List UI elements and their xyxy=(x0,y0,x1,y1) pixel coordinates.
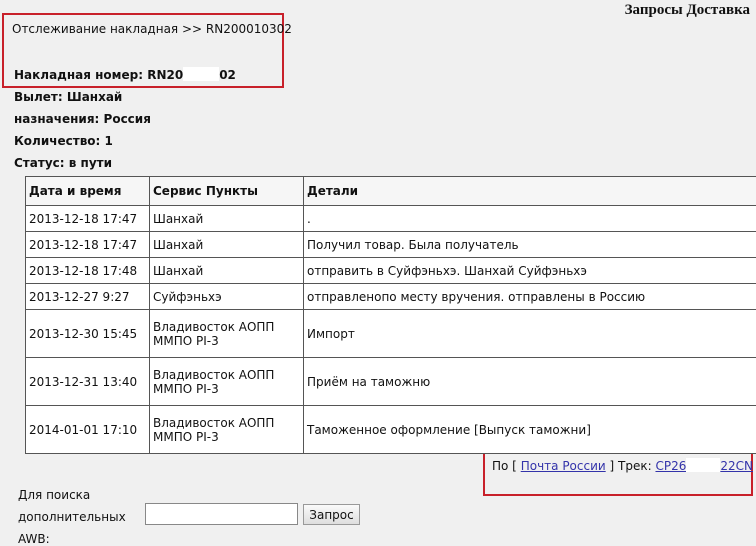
cell-details: Приём на таможню xyxy=(303,357,756,406)
cell-datetime: 2013-12-18 17:47 xyxy=(25,231,150,258)
column-header-details: Детали xyxy=(303,176,756,206)
search-submit-button[interactable]: Запрос xyxy=(303,504,360,525)
carrier-middle: ] Трек: xyxy=(609,459,652,473)
destination-label: назначения: xyxy=(14,112,100,126)
cell-service-point: Суйфэньхэ xyxy=(149,283,304,310)
table-row: 2013-12-27 9:27 Суйфэньхэ отправленопо м… xyxy=(25,283,756,310)
cell-service-point: Шанхай xyxy=(149,205,304,232)
status-row: Статус: в пути xyxy=(14,156,112,170)
departure-label: Вылет: xyxy=(14,90,63,104)
table-row: 2014-01-01 17:10 Владивосток АОПП ММПО P… xyxy=(25,405,756,454)
cell-details: Получил товар. Была получатель xyxy=(303,231,756,258)
waybill-number: Накладная номер: RN20 02 xyxy=(14,67,236,82)
redaction-mask xyxy=(183,67,220,81)
track-prefix: CP26 xyxy=(655,459,687,473)
destination-value: Россия xyxy=(103,112,151,126)
cell-service-point: Шанхай xyxy=(149,231,304,258)
departure-row: Вылет: Шанхай xyxy=(14,90,122,104)
waybill-suffix: 02 xyxy=(219,68,236,82)
cell-details: отправить в Суйфэньхэ. Шанхай Суйфэньхэ xyxy=(303,257,756,284)
destination-row: назначения: Россия xyxy=(14,112,151,126)
table-row: 2013-12-18 17:47 Шанхай Получил товар. Б… xyxy=(25,231,756,258)
cell-datetime: 2013-12-31 13:40 xyxy=(25,357,150,406)
waybill-prefix: RN20 xyxy=(147,68,184,82)
page-title: Запросы Доставка xyxy=(624,2,750,18)
cell-datetime: 2013-12-27 9:27 xyxy=(25,283,150,310)
status-label: Статус: xyxy=(14,156,65,170)
track-suffix: 22CN xyxy=(720,459,753,473)
cell-service-point: Владивосток АОПП ММПО PI-3 xyxy=(149,309,304,358)
quantity-label: Количество: xyxy=(14,134,101,148)
cell-details: Таможенное оформление [Выпуск таможни] xyxy=(303,405,756,454)
cell-details: . xyxy=(303,205,756,232)
quantity-value: 1 xyxy=(104,134,113,148)
table-row: 2013-12-31 13:40 Владивосток АОПП ММПО P… xyxy=(25,357,756,406)
table-row: 2013-12-18 17:47 Шанхай . xyxy=(25,205,756,232)
cell-datetime: 2013-12-18 17:47 xyxy=(25,205,150,232)
table-row: 2013-12-18 17:48 Шанхай отправить в Суйф… xyxy=(25,257,756,284)
waybill-label: Накладная номер: xyxy=(14,68,144,82)
table-row: 2013-12-30 15:45 Владивосток АОПП ММПО P… xyxy=(25,309,756,358)
cell-datetime: 2013-12-18 17:48 xyxy=(25,257,150,284)
redaction-mask xyxy=(686,458,721,472)
cell-datetime: 2013-12-30 15:45 xyxy=(25,309,150,358)
carrier-prefix: По [ xyxy=(492,459,517,473)
table-header-row: Дата и время Сервис Пункты Детали xyxy=(25,176,756,206)
cell-service-point: Шанхай xyxy=(149,257,304,284)
status-value: в пути xyxy=(68,156,112,170)
quantity-row: Количество: 1 xyxy=(14,134,113,148)
cell-details: отправленопо месту вручения. отправлены … xyxy=(303,283,756,310)
tracking-heading: Отслеживание накладная >> RN200010302 xyxy=(12,22,292,36)
cell-details: Импорт xyxy=(303,309,756,358)
column-header-datetime: Дата и время xyxy=(25,176,150,206)
awb-search-input[interactable] xyxy=(145,503,298,525)
column-header-service-point: Сервис Пункты xyxy=(149,176,304,206)
cell-service-point: Владивосток АОПП ММПО PI-3 xyxy=(149,357,304,406)
departure-value: Шанхай xyxy=(66,90,123,104)
cell-datetime: 2014-01-01 17:10 xyxy=(25,405,150,454)
cell-service-point: Владивосток АОПП ММПО PI-3 xyxy=(149,405,304,454)
search-label: Для поиска дополнительных AWB: xyxy=(18,488,126,546)
carrier-track-line: По [ Почта России ] Трек: CP26 22CN xyxy=(492,458,753,473)
tracking-history-table: Дата и время Сервис Пункты Детали 2013-1… xyxy=(25,176,756,454)
track-number-link[interactable]: CP26 22CN xyxy=(655,458,753,473)
carrier-link[interactable]: Почта России xyxy=(521,459,606,473)
